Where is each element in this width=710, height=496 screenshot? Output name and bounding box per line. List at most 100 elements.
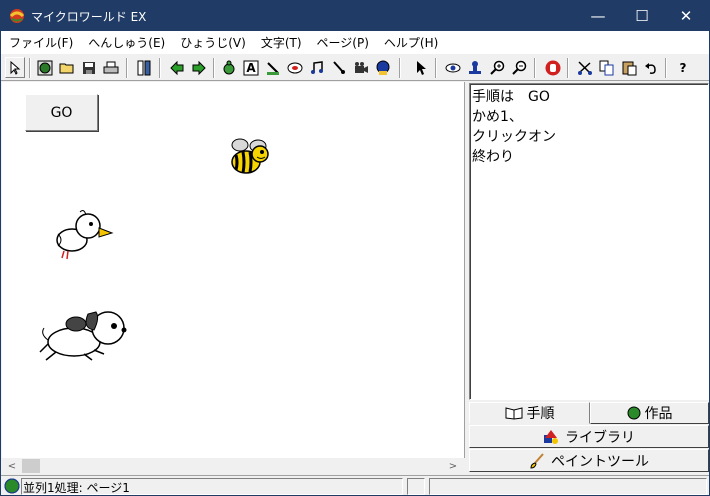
toolbar-select-button[interactable]: [411, 57, 431, 78]
printer-icon: [103, 61, 119, 73]
status-pane-right: [429, 478, 707, 495]
button-tool-icon: [287, 62, 303, 73]
window-title: マイクロワールド EX: [31, 9, 147, 24]
bird-turtle[interactable]: [52, 204, 118, 262]
maximize-button[interactable]: ☐: [619, 1, 665, 31]
horizontal-scrollbar[interactable]: < >: [2, 458, 465, 474]
status-text: 並列1処理: ページ1: [23, 481, 130, 495]
scroll-left-icon[interactable]: <: [4, 458, 20, 474]
bee-turtle[interactable]: [224, 137, 272, 177]
toolbar-help-button[interactable]: ?: [673, 57, 693, 78]
menu-text[interactable]: 文字(T): [253, 34, 309, 51]
app-window: マイクロワールド EX — ☐ ✕ ファイル(F) へんしゅう(E) ひょうじ(…: [0, 0, 710, 496]
tab-project[interactable]: 作品: [590, 402, 709, 424]
toolbar-record-button[interactable]: [373, 57, 393, 78]
scroll-right-icon[interactable]: >: [445, 458, 461, 474]
menu-edit[interactable]: へんしゅう(E): [80, 34, 172, 51]
library-label: ライブラリ: [565, 429, 635, 446]
toolbar-prev-page-button[interactable]: [167, 57, 187, 78]
clipboard-paste-icon: [622, 61, 637, 75]
script-line: クリックオン: [472, 129, 556, 145]
arrow-cursor-icon: [417, 60, 426, 75]
maximize-icon: ☐: [635, 7, 649, 25]
toolbar-music-button[interactable]: [307, 57, 327, 78]
folder-open-icon: [59, 63, 74, 73]
minimize-button[interactable]: —: [575, 1, 621, 31]
tab-procedures-label: 手順: [526, 406, 555, 422]
toolbar-slider-button[interactable]: [263, 57, 283, 78]
toolbar-cut-button[interactable]: [575, 57, 595, 78]
undo-arrow-icon: [645, 62, 656, 74]
go-button[interactable]: GO: [25, 94, 98, 131]
cursor-outline-icon: [10, 60, 21, 75]
globe-new-icon: [37, 60, 53, 75]
paint-tools-button[interactable]: ペイントツール: [469, 449, 709, 472]
globe-record-icon: [376, 60, 390, 75]
toolbar-copy-button[interactable]: [597, 57, 617, 78]
video-camera-icon: [355, 61, 368, 73]
script-line: かめ1、: [472, 109, 523, 125]
help-question-icon: ?: [679, 60, 687, 75]
panel-tabs: 手順 作品: [469, 402, 709, 424]
paint-tools-label: ペイントツール: [551, 453, 649, 470]
toolbar-stamp-button[interactable]: [465, 57, 485, 78]
procedures-editor[interactable]: 手順は GO かめ1、 クリックオン 終わり: [469, 83, 709, 400]
turtle-icon: [223, 60, 235, 74]
status-bar: 並列1処理: ページ1: [1, 475, 709, 495]
menu-file[interactable]: ファイル(F): [1, 34, 80, 51]
copy-icon: [599, 60, 614, 75]
toolbar-new-button[interactable]: [35, 57, 55, 78]
library-button[interactable]: ライブラリ: [469, 425, 709, 448]
menu-view[interactable]: ひょうじ(V): [172, 34, 253, 51]
toolbar-video-button[interactable]: [351, 57, 371, 78]
stamp-icon: [469, 60, 481, 74]
dog-turtle[interactable]: [38, 304, 132, 364]
toolbar-next-page-button[interactable]: [189, 57, 209, 78]
toolbar-stop-button[interactable]: [543, 57, 563, 78]
toolbar-open-button[interactable]: [57, 57, 77, 78]
shapes-library-icon: [544, 429, 558, 444]
menu-page[interactable]: ページ(P): [309, 34, 376, 51]
toolbar-button-tool-button[interactable]: [285, 57, 305, 78]
tab-project-label: 作品: [644, 406, 673, 422]
toolbar-eye-button[interactable]: [443, 57, 463, 78]
toolbar: A ?: [1, 53, 709, 81]
microphone-icon: [333, 60, 345, 74]
globe-project-icon: [627, 406, 640, 420]
scissors-icon: [578, 60, 592, 75]
menu-help[interactable]: ヘルプ(H): [376, 34, 445, 51]
text-box-glyph: A: [246, 60, 256, 75]
toolbar-undo-button[interactable]: [641, 57, 661, 78]
toolbar-paste-button[interactable]: [619, 57, 639, 78]
close-icon: ✕: [679, 7, 693, 25]
status-pane-small: [407, 478, 425, 495]
title-bar[interactable]: マイクロワールド EX — ☐ ✕: [1, 1, 709, 31]
toolbar-print-button[interactable]: [101, 57, 121, 78]
toolbar-zoom-out-button[interactable]: [509, 57, 529, 78]
toolbar-pointer-button[interactable]: [5, 57, 25, 78]
magnify-minus-icon: [512, 60, 527, 75]
globe-status-icon: [4, 478, 20, 494]
music-note-icon: [311, 60, 323, 74]
toolbar-zoom-in-button[interactable]: [487, 57, 507, 78]
open-book-icon: [505, 407, 522, 420]
script-line: 終わり: [472, 149, 514, 165]
toolbar-melody-button[interactable]: [329, 57, 349, 78]
slider-icon: [267, 61, 279, 75]
close-button[interactable]: ✕: [663, 1, 709, 31]
toolbar-turtle-button[interactable]: [219, 57, 239, 78]
menu-bar: ファイル(F) へんしゅう(E) ひょうじ(V) 文字(T) ページ(P) ヘル…: [1, 31, 709, 53]
arrow-right-icon: [192, 60, 206, 75]
tab-procedures[interactable]: 手順: [469, 402, 590, 424]
project-canvas[interactable]: GO: [2, 82, 465, 458]
toolbar-pages-button[interactable]: [134, 57, 154, 78]
toolbar-text-box-button[interactable]: A: [241, 57, 261, 78]
eye-icon: [445, 63, 461, 72]
app-logo-icon: [9, 9, 25, 23]
scroll-thumb[interactable]: [22, 459, 40, 473]
toolbar-save-button[interactable]: [79, 57, 99, 78]
magnify-plus-icon: [490, 60, 505, 75]
minimize-icon: —: [590, 7, 606, 25]
arrow-left-icon: [170, 60, 184, 75]
floppy-disk-icon: [83, 61, 95, 74]
